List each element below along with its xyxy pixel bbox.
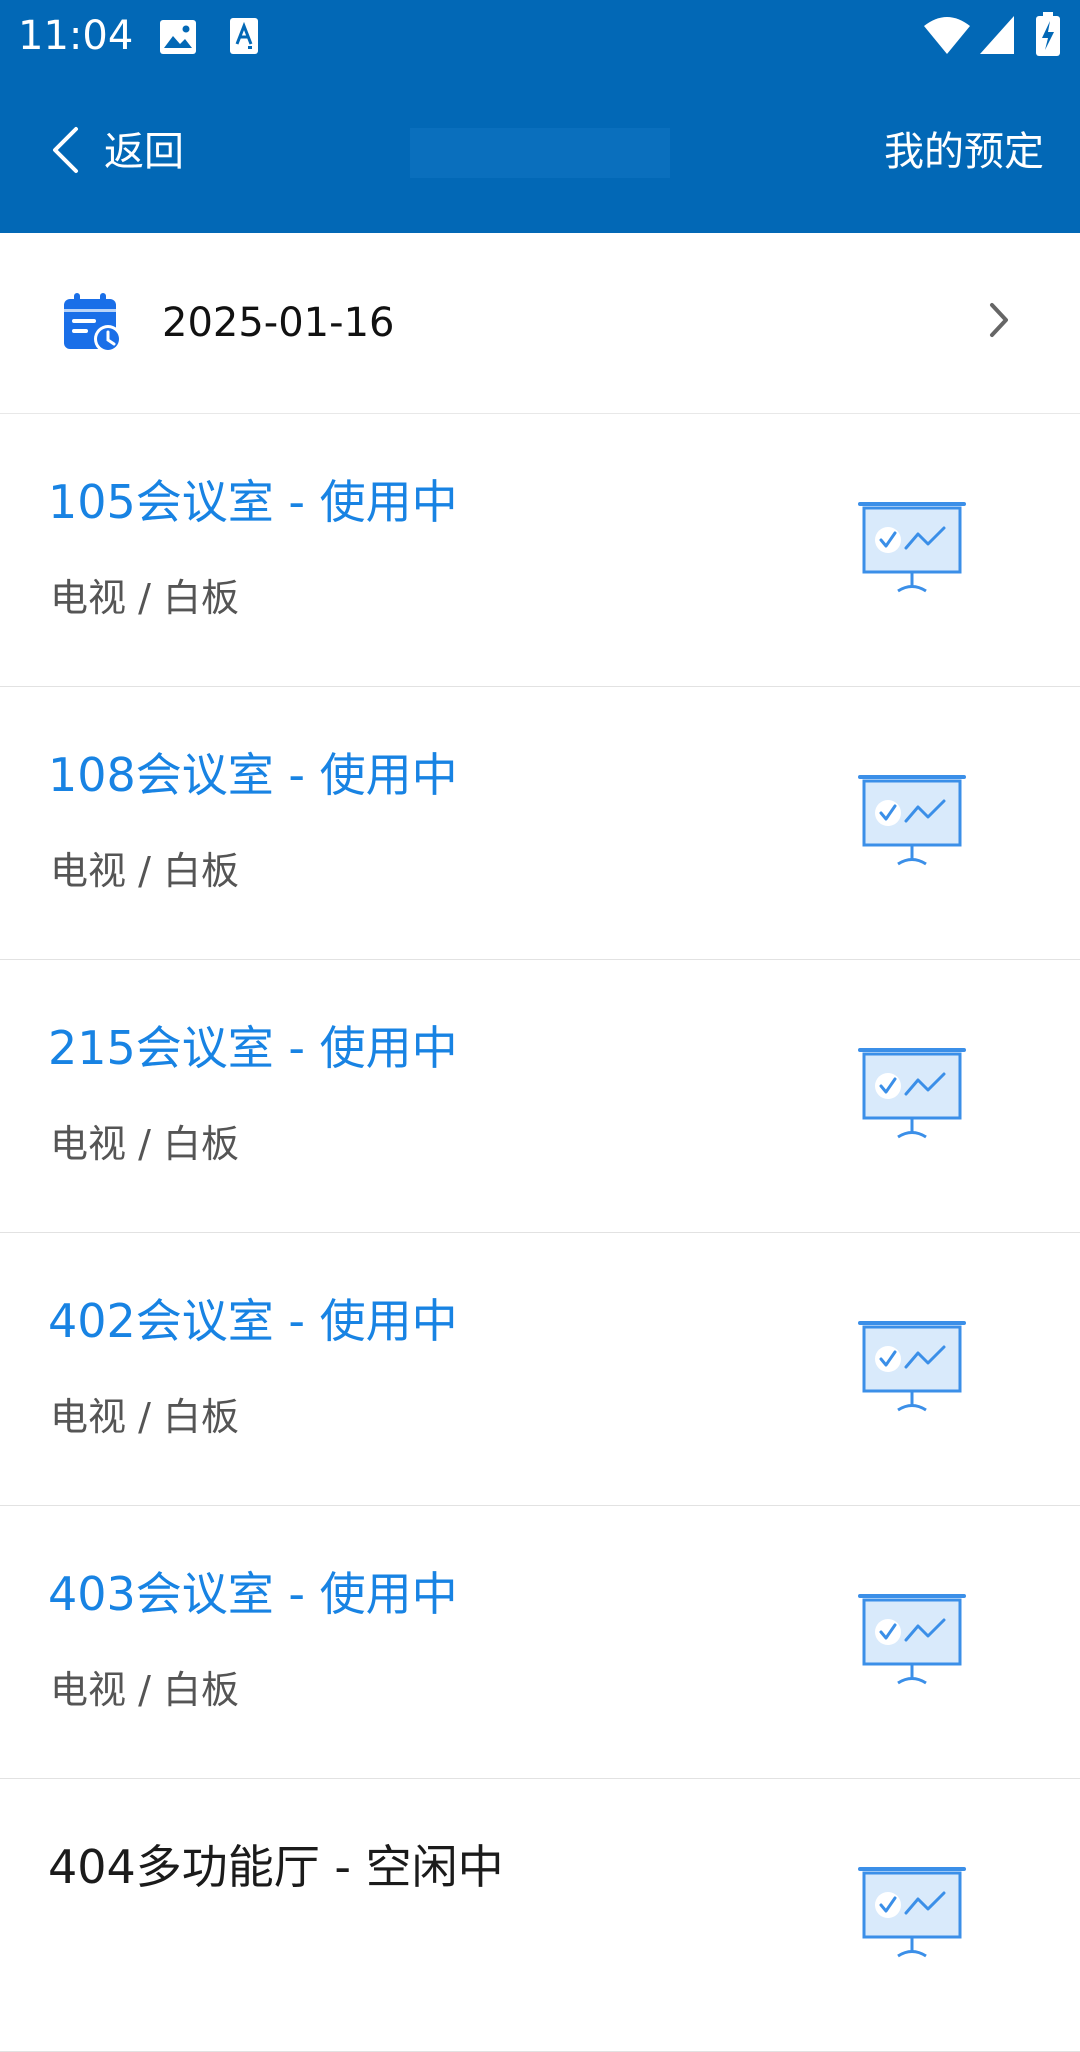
room-item[interactable]: 215会议室 - 使用中 电视 / 白板 xyxy=(0,960,1080,1233)
battery-charging-icon xyxy=(1036,12,1060,60)
image-icon xyxy=(160,20,196,58)
wifi-icon xyxy=(924,16,970,58)
selected-date: 2025-01-16 xyxy=(162,300,395,346)
room-list: 105会议室 - 使用中 电视 / 白板 108会议室 - 使用中 电视 / 白… xyxy=(0,414,1080,2052)
room-item[interactable]: 403会议室 - 使用中 电视 / 白板 xyxy=(0,1506,1080,1779)
presentation-board-icon xyxy=(858,1321,966,1417)
presentation-board-icon xyxy=(858,502,966,598)
presentation-board-icon xyxy=(858,1048,966,1144)
room-title: 403会议室 - 使用中 xyxy=(48,1567,458,1621)
back-button[interactable]: 返回 xyxy=(50,122,184,182)
room-item[interactable]: 402会议室 - 使用中 电视 / 白板 xyxy=(0,1233,1080,1506)
back-label: 返回 xyxy=(104,129,184,175)
room-title: 404多功能厅 - 空闲中 xyxy=(48,1840,504,1894)
room-title: 215会议室 - 使用中 xyxy=(48,1021,458,1075)
room-title: 105会议室 - 使用中 xyxy=(48,475,458,529)
calendar-clock-icon xyxy=(62,291,126,359)
text-recognition-icon xyxy=(230,18,258,58)
my-bookings-button[interactable]: 我的预定 xyxy=(884,122,1044,182)
room-title: 108会议室 - 使用中 xyxy=(48,748,458,802)
presentation-board-icon xyxy=(858,775,966,871)
room-item[interactable]: 404多功能厅 - 空闲中 xyxy=(0,1779,1080,2052)
app-header: 11:04 返回 我的预定 xyxy=(0,0,1080,233)
presentation-board-icon xyxy=(858,1594,966,1690)
presentation-board-icon xyxy=(858,1867,966,1963)
chevron-left-icon xyxy=(50,126,80,178)
room-features: 电视 / 白板 xyxy=(50,849,239,893)
status-time: 11:04 xyxy=(18,13,134,59)
chevron-right-icon xyxy=(988,301,1010,343)
room-features: 电视 / 白板 xyxy=(50,1395,239,1439)
signal-icon xyxy=(980,16,1014,58)
room-features: 电视 / 白板 xyxy=(50,576,239,620)
room-title: 402会议室 - 使用中 xyxy=(48,1294,458,1348)
room-features: 电视 / 白板 xyxy=(50,1122,239,1166)
room-item[interactable]: 108会议室 - 使用中 电视 / 白板 xyxy=(0,687,1080,960)
date-selector[interactable]: 2025-01-16 xyxy=(0,233,1080,414)
nav-bar: 返回 我的预定 xyxy=(0,72,1080,233)
room-item[interactable]: 105会议室 - 使用中 电视 / 白板 xyxy=(0,414,1080,687)
status-bar: 11:04 xyxy=(0,0,1080,72)
room-features: 电视 / 白板 xyxy=(50,1668,239,1712)
page-title-area xyxy=(410,128,670,178)
